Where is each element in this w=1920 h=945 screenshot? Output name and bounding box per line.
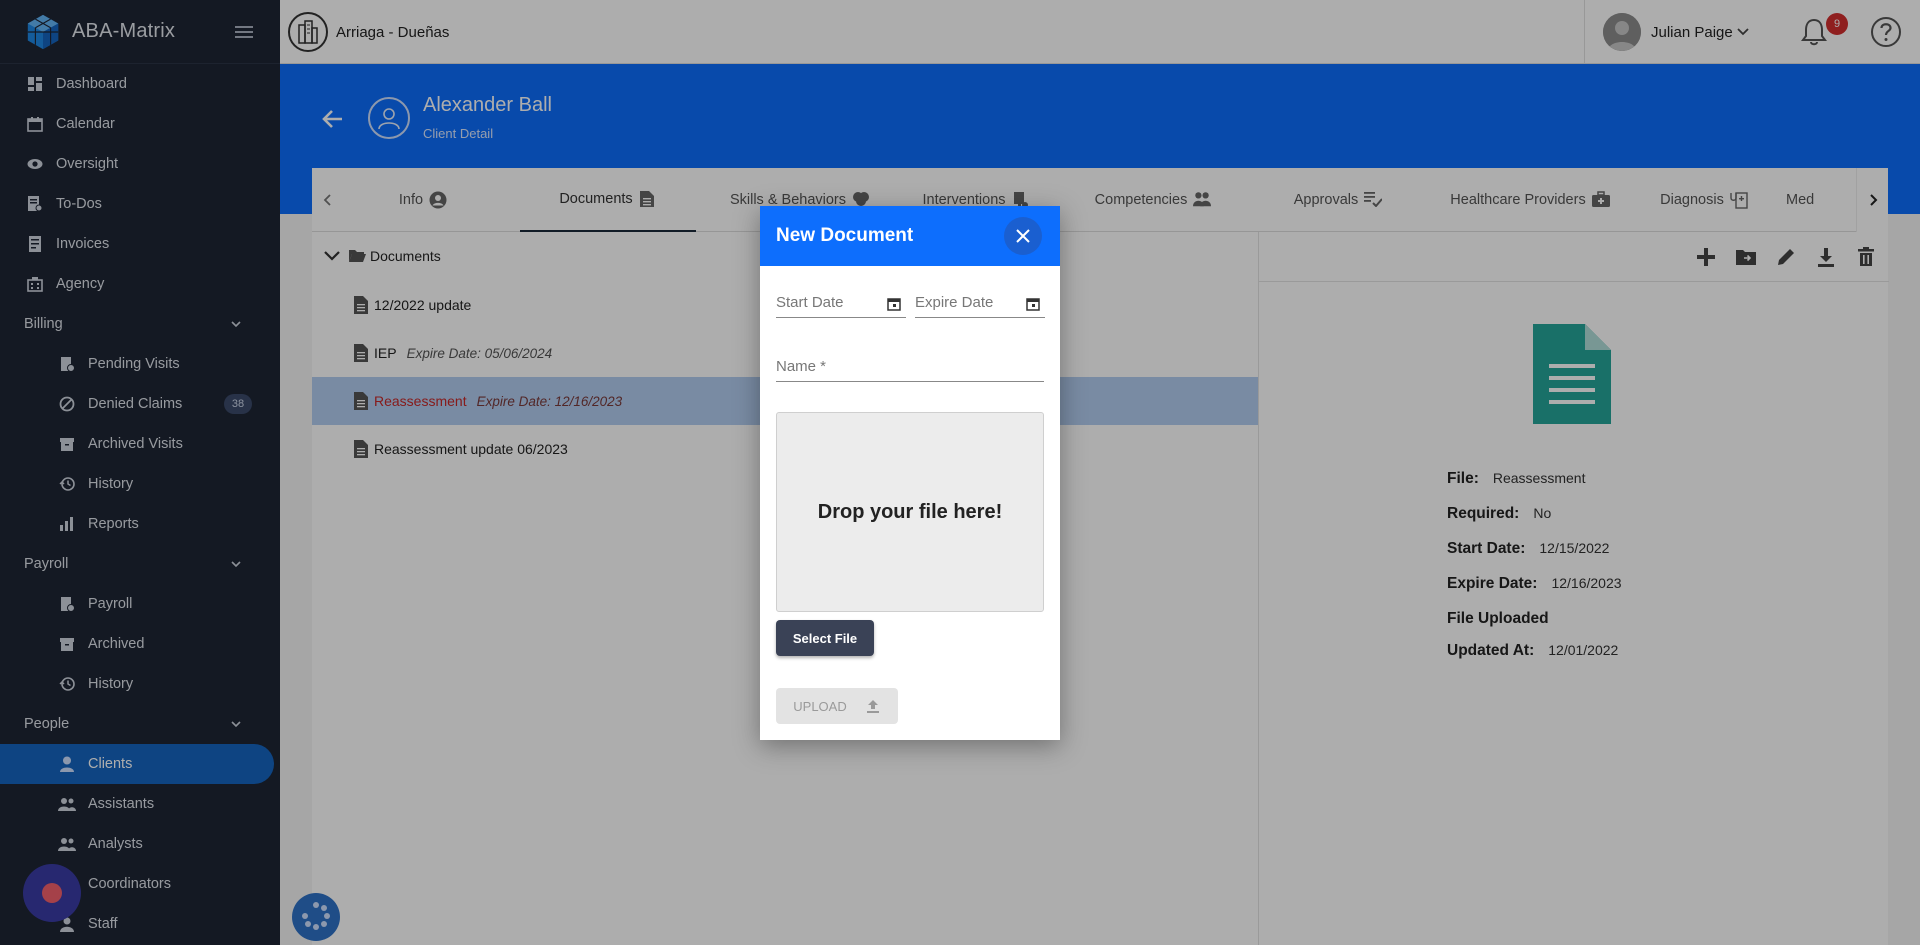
close-button[interactable]	[1004, 217, 1042, 255]
new-document-dialog: New Document Drop your file here! Select…	[760, 206, 1060, 740]
dialog-header: New Document	[760, 206, 1060, 266]
start-date-field[interactable]	[776, 288, 906, 318]
expire-date-input[interactable]	[915, 288, 1019, 311]
upload-button[interactable]: UPLOAD	[776, 688, 898, 724]
button-label: UPLOAD	[793, 698, 847, 714]
button-label: Select File	[792, 630, 858, 646]
start-date-input[interactable]	[776, 288, 880, 311]
select-file-button[interactable]: Select File	[776, 620, 874, 656]
name-field[interactable]	[776, 352, 1044, 382]
expire-date-field[interactable]	[915, 288, 1045, 318]
calendar-icon[interactable]	[886, 296, 902, 312]
calendar-icon[interactable]	[1025, 296, 1041, 312]
upload-icon	[866, 700, 879, 713]
dropzone-text: Drop your file here!	[817, 500, 1003, 523]
close-icon	[1016, 229, 1030, 243]
file-dropzone[interactable]: Drop your file here!	[776, 412, 1044, 612]
name-input[interactable]	[776, 352, 1036, 375]
dialog-title: New Document	[776, 225, 914, 246]
